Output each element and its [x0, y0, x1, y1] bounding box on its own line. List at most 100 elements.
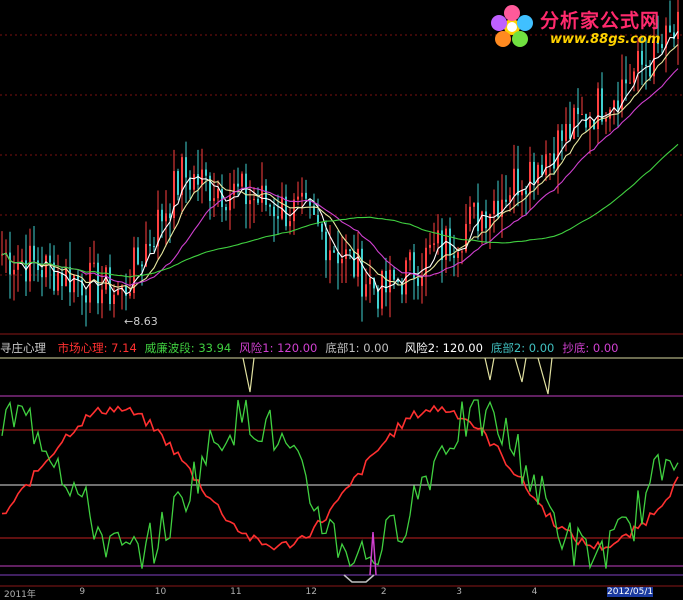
- candle-body: [257, 198, 259, 203]
- candle-body: [481, 211, 483, 232]
- candle-body: [225, 207, 227, 211]
- watermark-url: www.88gs.com: [550, 32, 661, 47]
- time-axis-label: 10: [154, 587, 167, 597]
- legend-item: 威廉波段: 33.94: [144, 341, 232, 355]
- candle-body: [93, 262, 95, 264]
- candle-body: [333, 250, 335, 253]
- candle-body: [533, 161, 535, 184]
- risk-spike: [242, 357, 255, 393]
- time-axis: 2011年 9 10 11 12 2 3 4 2012/05/1: [0, 587, 683, 600]
- candle-body: [117, 289, 119, 295]
- candle-body: [649, 66, 651, 77]
- time-axis-label: 3: [456, 587, 462, 597]
- candle-body: [197, 174, 199, 185]
- candle-body: [469, 206, 471, 224]
- candle-body: [645, 64, 647, 67]
- candle-body: [529, 161, 531, 195]
- candle-body: [477, 202, 479, 232]
- candle-body: [165, 213, 167, 222]
- candle-body: [241, 173, 243, 187]
- candle-body: [293, 199, 295, 222]
- candle-body: [493, 200, 495, 215]
- candle-body: [561, 130, 563, 141]
- williams-band-line: [1, 399, 679, 570]
- candle-body: [473, 202, 475, 207]
- candle-body: [365, 284, 367, 297]
- watermark-logo: 分析家公式网 www.88gs.com: [484, 2, 680, 52]
- legend-item: 市场心理: 7.14: [57, 341, 137, 355]
- candle-body: [341, 258, 343, 264]
- candle-body: [349, 249, 351, 252]
- candle-body: [69, 267, 71, 293]
- candle-body: [577, 107, 579, 115]
- candle-body: [625, 79, 627, 84]
- time-axis-label: 11: [230, 587, 242, 597]
- candle-body: [461, 251, 463, 253]
- watermark-title: 分析家公式网: [540, 10, 661, 32]
- price-low-annotation: ←8.63: [124, 315, 158, 328]
- candle-body: [217, 189, 219, 199]
- candle-body: [437, 230, 439, 244]
- candle-body: [113, 294, 115, 305]
- moving-average-line: [1, 44, 679, 290]
- candle-body: [545, 154, 547, 175]
- time-axis-label: 12: [305, 587, 317, 597]
- legend-item: 抄底: 0.00: [562, 341, 619, 355]
- candle-body: [409, 252, 411, 261]
- candle-body: [429, 244, 431, 248]
- candle-body: [161, 209, 163, 222]
- candle-body: [485, 211, 487, 229]
- candle-body: [149, 243, 151, 247]
- candle-body: [337, 252, 339, 264]
- candle-body: [633, 71, 635, 83]
- candle-body: [213, 198, 215, 201]
- candle-body: [525, 190, 527, 195]
- candle-body: [513, 168, 515, 196]
- candle-body: [141, 264, 143, 267]
- risk-spike: [484, 357, 495, 381]
- time-axis-label: 4: [531, 587, 538, 597]
- candle-body: [549, 153, 551, 155]
- moving-average-line: [1, 68, 679, 287]
- candle-body: [617, 100, 619, 110]
- candle-body: [581, 114, 583, 116]
- candle-body: [629, 82, 631, 84]
- candle-body: [273, 206, 275, 217]
- candle-body: [205, 169, 207, 176]
- time-axis-label: 2012/05/1: [607, 587, 654, 597]
- stock-chart: [0, 0, 683, 587]
- candle-body: [253, 198, 255, 201]
- candle-body: [61, 272, 63, 287]
- candle-body: [185, 157, 187, 178]
- candle-body: [641, 50, 643, 65]
- candle-body: [557, 130, 559, 169]
- candle-body: [57, 272, 59, 291]
- candle-body: [565, 123, 567, 141]
- candle-body: [301, 192, 303, 197]
- candle-body: [49, 255, 51, 263]
- candle-body: [9, 252, 11, 275]
- candle-body: [573, 107, 575, 139]
- candle-body: [433, 243, 435, 245]
- moving-average-line: [1, 31, 679, 295]
- market-psychology-line: [1, 404, 679, 551]
- candle-body: [269, 204, 271, 207]
- legend-item: 风险2: 120.00: [404, 341, 483, 355]
- time-axis-label: 9: [79, 587, 86, 597]
- legend-item: 底部1: 0.00: [325, 341, 389, 355]
- candle-body: [417, 278, 419, 286]
- candle-body: [453, 255, 455, 258]
- candle-body: [385, 270, 387, 293]
- candle-body: [129, 293, 131, 296]
- candle-body: [637, 50, 639, 72]
- candle-body: [85, 295, 87, 303]
- candle-body: [605, 118, 607, 122]
- indicator-title: 寻庄心理: [0, 341, 46, 355]
- candle-body: [13, 269, 15, 275]
- candle-body: [249, 200, 251, 205]
- bottom-signal: [343, 574, 375, 583]
- risk-spike: [514, 357, 527, 383]
- candle-body: [505, 199, 507, 202]
- candle-body: [369, 277, 371, 285]
- candle-body: [41, 270, 43, 278]
